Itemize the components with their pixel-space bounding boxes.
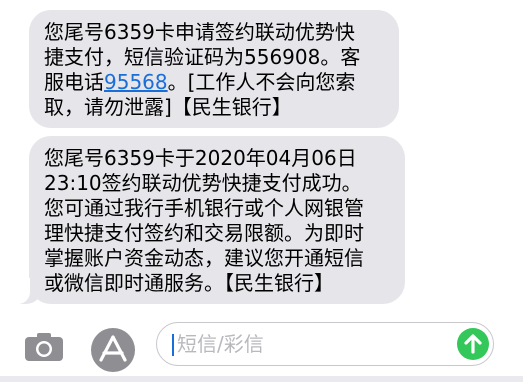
message-text: 服电话: [44, 70, 104, 94]
apps-button[interactable]: [91, 328, 135, 372]
app-store-icon: [99, 335, 127, 362]
send-button[interactable]: [457, 328, 489, 360]
message-line: 掌握账户资金动态，建议您开通短信: [44, 246, 364, 270]
message-line: 23:10签约联动优势快捷支付成功。: [44, 171, 362, 195]
message-line: 服电话95568。[工作人不会向您索: [44, 70, 385, 95]
message-bubble[interactable]: 您尾号6359卡于2020年04月06日 23:10签约联动优势快捷支付成功。 …: [29, 136, 405, 304]
message-thread: 您尾号6359卡申请签约联动优势快 捷支付，短信验证码为556908。客 服电话…: [0, 0, 523, 382]
text-caret: [172, 334, 174, 356]
message-line: 捷支付，短信验证码为556908。客: [44, 45, 361, 69]
message-line: 取，请勿泄露]【民生银行】: [44, 95, 292, 119]
message-bubble[interactable]: 您尾号6359卡申请签约联动优势快 捷支付，短信验证码为556908。客 服电话…: [29, 10, 399, 128]
message-line: 您可通过我行手机银行或个人网银管: [44, 196, 364, 220]
camera-icon: [25, 333, 63, 361]
message-line: 您尾号6359卡申请签约联动优势快: [44, 20, 355, 44]
send-arrow-icon: [464, 334, 482, 354]
message-line: 理快捷支付签约和交易限额。为即时: [44, 221, 364, 245]
keyboard-edge: [0, 376, 523, 382]
input-placeholder: 短信/彩信: [177, 332, 264, 356]
composer-bar: 短信/彩信: [0, 312, 523, 382]
camera-button[interactable]: [24, 332, 64, 362]
phone-link[interactable]: 95568: [104, 70, 168, 94]
message-text: 。[工作人不会向您索: [167, 70, 356, 94]
message-line: 您尾号6359卡于2020年04月06日: [44, 146, 357, 170]
message-input[interactable]: 短信/彩信: [156, 322, 494, 366]
message-line: 或微信即时通服务。【民生银行】: [44, 271, 334, 295]
